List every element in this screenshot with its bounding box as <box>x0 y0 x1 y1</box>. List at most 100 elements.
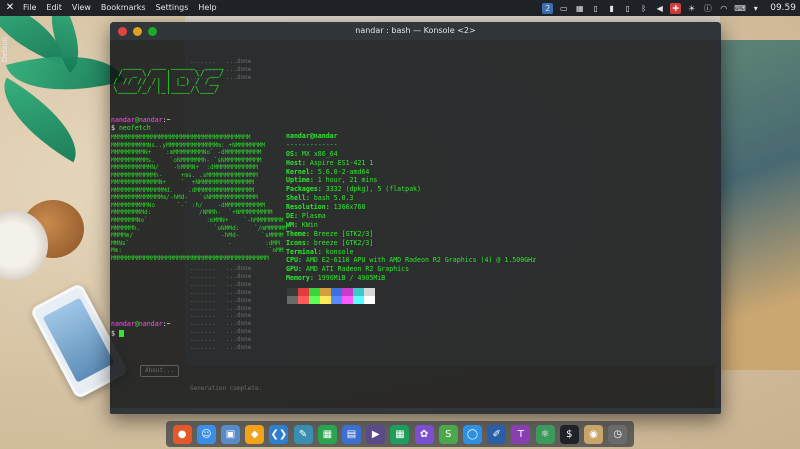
info-value-shell: bash 5.0.3 <box>313 194 354 203</box>
menu-view[interactable]: View <box>72 0 91 16</box>
info-key-os: OS <box>286 149 294 158</box>
info-value-os: MX x86_64 <box>301 149 338 158</box>
info-key-kernel: Kernel <box>286 167 310 176</box>
editor-icon[interactable]: ✐ <box>487 424 507 444</box>
info-separator: ------------- <box>286 140 338 149</box>
info-key-terminal: Terminal <box>286 247 318 256</box>
volume-icon[interactable]: ◀ <box>654 3 665 14</box>
system-info: nandar@nandar ------------- OS: MX x86_6… <box>286 132 537 283</box>
color-palette <box>287 288 375 304</box>
sketch-icon[interactable]: ◆ <box>245 424 265 444</box>
terminal-cursor <box>118 330 124 337</box>
prompt-user: nandar <box>111 116 135 124</box>
palette-swatch <box>364 296 375 304</box>
info-value-terminal: konsole <box>325 247 354 256</box>
konsole-bottom-bar <box>110 408 721 414</box>
image-viewer-icon[interactable]: ▣ <box>221 424 240 444</box>
info-value-memory: 1996MiB / 4905MiB <box>317 274 386 283</box>
ghost-text: ....... ...done ....... ...done ....... … <box>190 265 252 352</box>
grid-icon[interactable]: ▦ <box>574 3 585 14</box>
prompt-path: ~ <box>166 320 171 328</box>
atom-icon[interactable]: ⚛ <box>535 424 555 444</box>
notification-count-badge[interactable]: 2 <box>542 2 554 14</box>
tray-expand-icon[interactable]: ▾ <box>750 3 761 14</box>
info-key-icons: Icons <box>286 238 306 247</box>
panel-clock[interactable]: 09.59 <box>770 3 796 13</box>
palette-swatch <box>331 288 342 296</box>
phone-sync-icon[interactable]: ▯ <box>622 3 633 14</box>
konsole-titlebar[interactable]: nandar : bash — Konsole <2> <box>110 22 721 40</box>
info-key-memory: Memory <box>286 274 310 283</box>
prompt-host: nandar <box>138 320 163 328</box>
prompt-line-2: nandar@nandar:~ <box>111 320 171 328</box>
palette-swatch <box>309 296 320 304</box>
palette-swatch <box>353 296 364 304</box>
prompt-path: ~ <box>166 116 171 124</box>
input-line[interactable]: $ <box>111 330 124 338</box>
palette-swatch <box>298 296 309 304</box>
palette-swatch <box>353 288 364 296</box>
finder-icon[interactable]: ☺ <box>196 424 216 444</box>
sublime-icon[interactable]: S <box>438 424 458 444</box>
prompt-user: nandar <box>111 320 135 328</box>
menu-bar: File Edit View Bookmarks Settings Help <box>23 0 217 16</box>
palette-swatch <box>342 296 353 304</box>
palette-swatch <box>320 288 331 296</box>
ghost-text: ....... ...done ....... ...done ....... … <box>190 58 252 81</box>
menu-help[interactable]: Help <box>198 0 216 16</box>
konsole-window[interactable]: nandar : bash — Konsole <2> ____ ___ ___… <box>110 22 721 414</box>
battery-status-icon[interactable]: ▮ <box>606 3 617 14</box>
info-key-packages: Packages <box>286 185 318 194</box>
ghost-status: Generation complete. <box>190 385 263 392</box>
palette-swatch <box>331 296 342 304</box>
menu-file[interactable]: File <box>23 0 36 16</box>
menu-edit[interactable]: Edit <box>46 0 62 16</box>
info-value-uptime: 1 hour, 21 mins <box>317 176 378 185</box>
spreadsheet-icon[interactable]: ▦ <box>317 424 337 444</box>
palette-swatch <box>320 296 331 304</box>
sheets-icon[interactable]: ▦ <box>390 424 410 444</box>
application-dock: ● ☺ ▣ ◆ ❮❯ ✎ ▦ ▤ ▶ ▦ ✿ S ◯ ✐ T ⚛ $ ◉ ◷ <box>166 421 634 447</box>
terminal-scrollbar[interactable] <box>715 40 721 408</box>
browser-icon[interactable]: ◯ <box>463 424 483 444</box>
brightness-icon[interactable]: ☀ <box>686 3 697 14</box>
palette-swatch <box>342 288 353 296</box>
update-icon[interactable]: ✚ <box>670 2 682 14</box>
bluetooth-icon[interactable]: ᛒ <box>638 3 649 14</box>
video-editor-icon[interactable]: ▶ <box>366 424 386 444</box>
neofetch-ascii-logo: MMMMMMMMMMMMMMMMMMMMMMMMMMMMMMMMMMMMMM M… <box>111 134 288 262</box>
app-launcher-icon[interactable]: ✕ <box>3 1 17 15</box>
info-value-packages: 3332 (dpkg), 5 (flatpak) <box>325 185 421 194</box>
activity-label[interactable]: Default <box>1 22 13 62</box>
disk-icon[interactable]: ◉ <box>584 424 604 444</box>
settings-icon[interactable]: ✿ <box>414 424 434 444</box>
info-icon[interactable]: ⓘ <box>702 3 713 14</box>
info-value-theme: Breeze [GTK2/3] <box>313 229 374 238</box>
terminal-output[interactable]: ____ ___ _____ ____ / _ \/ | _ \/ __/ / … <box>110 40 721 408</box>
info-value-gpu: AMD ATI Radeon R2 Graphics <box>305 265 410 274</box>
window-icon[interactable]: ▭ <box>558 3 569 14</box>
clock-icon[interactable]: ◷ <box>608 424 628 444</box>
info-value-icons: breeze [GTK2/3] <box>313 238 374 247</box>
wifi-icon[interactable]: ◠ <box>718 3 729 14</box>
command-line: $ neofetch <box>111 124 151 132</box>
system-tray: 2 ▭ ▦ ▯ ▮ ▯ ᛒ ◀ ✚ ☀ ⓘ ◠ ⌨ ▾ 09.59 <box>542 0 796 16</box>
info-key-uptime: Uptime <box>286 176 310 185</box>
firefox-icon[interactable]: ● <box>172 424 192 444</box>
info-key-cpu: CPU <box>286 256 298 265</box>
keyboard-icon[interactable]: ⌨ <box>734 3 746 14</box>
command-text: neofetch <box>118 124 151 132</box>
prompt-host: nandar <box>138 116 163 124</box>
info-header: nandar@nandar <box>286 132 338 140</box>
info-key-wm: WM <box>286 220 294 229</box>
battery-icon[interactable]: ▯ <box>590 3 601 14</box>
scribus-icon[interactable]: ✎ <box>293 424 313 444</box>
texmaker-icon[interactable]: T <box>511 424 531 444</box>
palette-swatch <box>287 288 298 296</box>
terminal-icon[interactable]: $ <box>559 424 579 444</box>
document-icon[interactable]: ▤ <box>342 424 362 444</box>
info-value-kernel: 5.6.0-2-amd64 <box>317 167 370 176</box>
menu-settings[interactable]: Settings <box>156 0 189 16</box>
vscode-icon[interactable]: ❮❯ <box>269 424 289 444</box>
menu-bookmarks[interactable]: Bookmarks <box>101 0 146 16</box>
